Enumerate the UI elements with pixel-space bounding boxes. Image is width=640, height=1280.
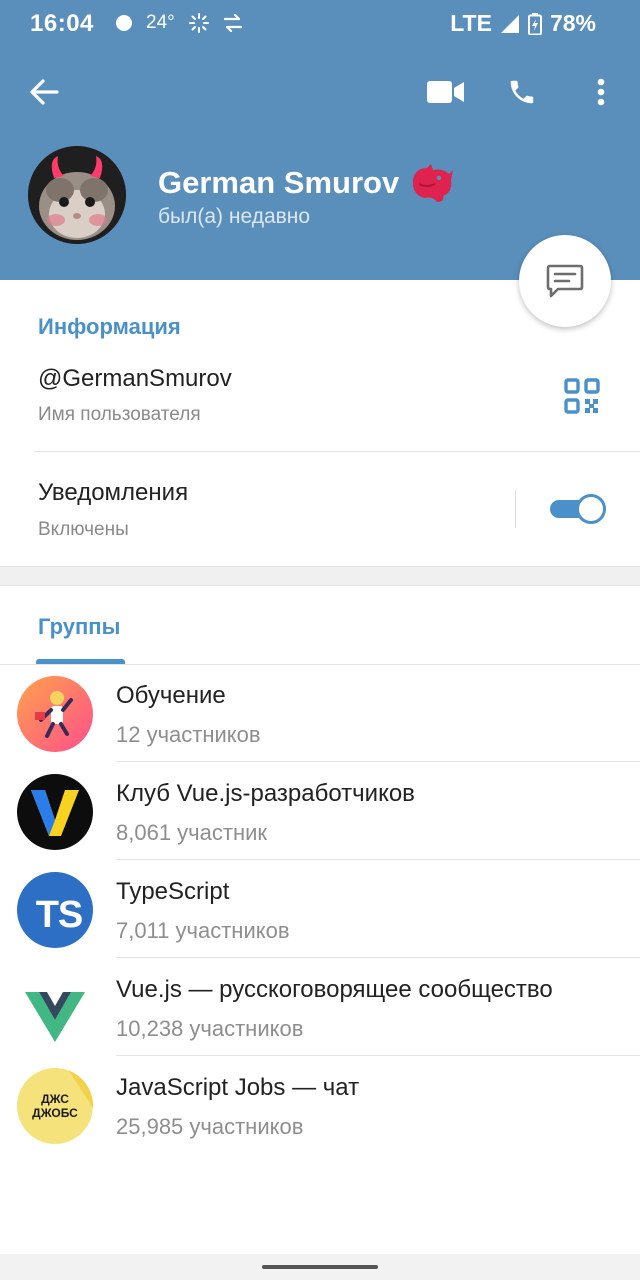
group-name: Клуб Vue.js-разработчиков	[116, 780, 415, 807]
group-member-count: 25,985 участников	[116, 1114, 304, 1139]
notification-dot-icon	[116, 15, 132, 31]
arrow-left-icon	[30, 79, 59, 105]
education-avatar-image	[17, 676, 93, 752]
temperature-text: 24°	[146, 12, 175, 33]
group-name: JavaScript Jobs — чат	[116, 1074, 360, 1101]
chat-bubble-icon	[546, 264, 584, 298]
tab-groups-label: Группы	[38, 614, 121, 639]
profile-last-seen: был(а) недавно	[158, 205, 311, 228]
notifications-caption: Включены	[38, 519, 129, 540]
toggle-knob	[576, 494, 606, 524]
battery-icon	[527, 12, 542, 35]
username-caption: Имя пользователя	[38, 404, 201, 425]
group-member-count: 12 участников	[116, 722, 261, 747]
message-button[interactable]	[519, 235, 611, 327]
profile-name: German Smurov	[158, 165, 400, 200]
vue-logo-icon	[25, 992, 85, 1042]
more-vertical-icon	[597, 78, 605, 106]
group-row[interactable]: Клуб Vue.js-разработчиков 8,061 участник	[0, 762, 640, 860]
cat-emoji-icon[interactable]	[409, 162, 455, 204]
notifications-row[interactable]	[0, 452, 512, 566]
brightness-icon	[188, 13, 209, 33]
back-button[interactable]	[22, 70, 66, 114]
vue-club-avatar	[17, 774, 93, 850]
data-transfer-icon	[223, 14, 242, 32]
js-jobs-avatar: ДЖС ДЖОБС	[17, 1068, 93, 1144]
status-bar: 16:04 24° LTE 78%	[0, 0, 640, 46]
profile-avatar[interactable]	[28, 146, 126, 244]
vue-logo-avatar	[17, 970, 93, 1046]
tab-groups[interactable]: Группы	[36, 600, 126, 664]
toggle-separator	[515, 490, 516, 528]
system-nav-bar	[0, 1254, 640, 1280]
group-member-count: 8,061 участник	[116, 820, 268, 845]
username-value[interactable]: @GermanSmurov	[38, 365, 232, 393]
qr-code-button[interactable]	[562, 376, 602, 416]
js-jobs-avatar-text: ДЖС ДЖОБС	[17, 1092, 93, 1120]
signal-icon	[500, 14, 519, 33]
profile-name-row: German Smurov	[158, 162, 455, 204]
video-call-button[interactable]	[424, 70, 468, 114]
phone-icon	[510, 80, 534, 104]
info-section-title: Информация	[38, 314, 181, 339]
group-member-count: 10,238 участников	[116, 1016, 304, 1041]
group-member-count: 7,011 участников	[116, 918, 290, 943]
status-left-icons: 24°	[116, 12, 243, 34]
education-avatar	[17, 676, 93, 752]
group-row[interactable]: Vue.js — русскоговорящее сообщество 10,2…	[0, 958, 640, 1056]
js-jobs-avatar-line-2: ДЖОБС	[32, 1106, 78, 1120]
typescript-avatar-text: TS	[35, 893, 84, 936]
vue-club-avatar-image	[17, 774, 93, 850]
notifications-label: Уведомления	[38, 479, 189, 506]
notifications-toggle[interactable]	[550, 494, 606, 524]
js-jobs-avatar-line-1: ДЖС	[41, 1092, 69, 1106]
status-time: 16:04	[30, 10, 94, 37]
network-type: LTE	[450, 10, 492, 36]
section-separator	[0, 566, 640, 586]
home-gesture-handle[interactable]	[262, 1265, 378, 1269]
video-camera-icon	[427, 81, 464, 103]
more-button[interactable]	[579, 70, 623, 114]
group-row[interactable]: Обучение 12 участников	[0, 664, 640, 762]
group-row[interactable]: ДЖС ДЖОБС JavaScript Jobs — чат 25,985 у…	[0, 1056, 640, 1154]
qr-code-icon	[564, 378, 600, 414]
group-name: Обучение	[116, 682, 226, 709]
profile-header: 16:04 24° LTE 78% German Smurov был(а) н…	[0, 0, 640, 280]
typescript-avatar: TS	[17, 872, 93, 948]
group-name: Vue.js — русскоговорящее сообщество	[116, 976, 553, 1003]
voice-call-button[interactable]	[500, 70, 544, 114]
hamster-avatar-image	[28, 146, 126, 244]
group-name: TypeScript	[116, 878, 230, 905]
status-right: LTE 78%	[450, 10, 596, 37]
group-row[interactable]: TS TypeScript 7,011 участников	[0, 860, 640, 958]
battery-level: 78%	[549, 10, 596, 36]
